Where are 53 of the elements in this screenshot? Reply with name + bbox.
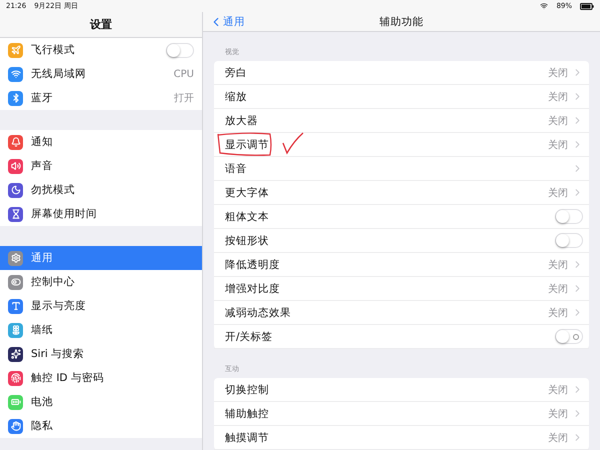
row-label: 缩放 [225, 90, 248, 104]
value-text: 关闭 [548, 66, 568, 80]
value-text: 关闭 [548, 114, 568, 128]
sidebar-title: 设置 [90, 17, 112, 32]
row-label: 降低透明度 [225, 258, 281, 272]
value-text: 关闭 [548, 258, 568, 272]
row-label: 辅助触控 [225, 406, 270, 420]
value-text: 关闭 [548, 186, 568, 200]
settings-row[interactable]: 显示调节 关闭 [214, 133, 589, 157]
settings-row[interactable]: 旁白 关闭 [214, 61, 589, 85]
settings-row[interactable]: 缩放 关闭 [214, 85, 589, 109]
settings-row[interactable]: 更大字体 关闭 [214, 181, 589, 205]
value-text: 关闭 [548, 432, 568, 444]
toggle-switch[interactable] [555, 233, 583, 248]
row-label: 按钮形状 [225, 234, 270, 248]
row-label: 显示调节 [225, 138, 270, 152]
row-label: 粗体文本 [225, 210, 270, 224]
sidebar-item[interactable]: 通用 [0, 246, 202, 270]
value-text: 关闭 [548, 138, 568, 152]
back-link[interactable]: 通用 [209, 14, 245, 28]
settings-row[interactable]: 降低透明度 关闭 [214, 253, 589, 277]
row-label: 增强对比度 [225, 282, 281, 296]
settings-row[interactable]: 辅助触控 关闭 [214, 402, 589, 426]
settings-row[interactable]: 开/关标签 [214, 325, 589, 349]
settings-row[interactable]: 语音 [214, 157, 589, 181]
value-text: 关闭 [548, 90, 568, 104]
settings-row[interactable]: 按钮形状 [214, 229, 589, 253]
page-title: 辅助功能 [380, 14, 424, 28]
settings-row[interactable]: 粗体文本 [214, 205, 589, 229]
row-label: 触摸调节 [225, 430, 270, 444]
row-label: 切换控制 [225, 382, 270, 396]
row-label: 减弱动态效果 [225, 306, 292, 320]
settings-row[interactable]: 放大器 关闭 [214, 109, 589, 133]
value-text: 打开 [174, 92, 194, 105]
settings-row[interactable]: 触摸调节 关闭 [214, 426, 589, 450]
toggle-switch[interactable] [166, 42, 194, 58]
row-label: 放大器 [225, 114, 259, 128]
value-text: 关闭 [548, 408, 568, 420]
toggle-switch[interactable] [555, 329, 583, 344]
toggle-switch[interactable] [555, 209, 583, 224]
value-text: 关闭 [548, 384, 568, 396]
row-label: 语音 [225, 162, 248, 176]
wifi-icon [540, 2, 548, 10]
value-text: 关闭 [548, 306, 568, 320]
row-label: 开/关标签 [225, 330, 274, 344]
battery-icon [580, 2, 594, 10]
settings-row[interactable]: 减弱动态效果 关闭 [214, 301, 589, 325]
row-label: 旁白 [225, 66, 248, 80]
settings-row[interactable]: 增强对比度 关闭 [214, 277, 589, 301]
value-text: 关闭 [548, 282, 568, 296]
settings-row[interactable]: 切换控制 关闭 [214, 378, 589, 402]
value-text: CPU [174, 68, 194, 80]
row-label: 更大字体 [225, 186, 270, 200]
